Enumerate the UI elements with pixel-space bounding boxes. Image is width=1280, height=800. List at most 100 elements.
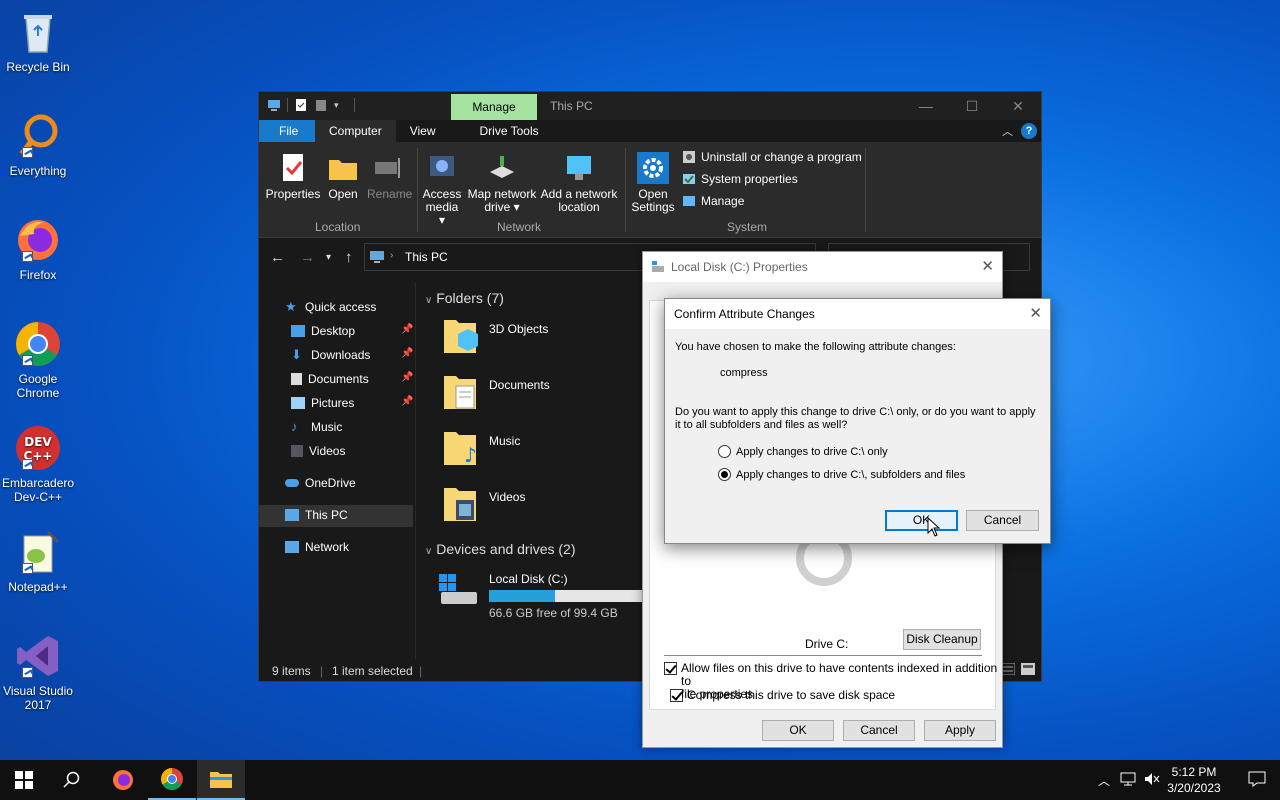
properties-titlebar[interactable]: Local Disk (C:) Properties ✕	[643, 252, 1002, 282]
pin-icon[interactable]: 📌	[401, 396, 413, 407]
apply-drive-only-option[interactable]: Apply changes to drive C:\ only	[718, 445, 888, 458]
index-files-checkbox-row[interactable]: Allow files on this drive to have conten…	[664, 662, 1002, 701]
confirm-cancel-button[interactable]: Cancel	[966, 510, 1039, 531]
open-button[interactable]: Open	[325, 152, 361, 201]
map-network-drive-button[interactable]: Map network drive ▾	[465, 152, 539, 214]
chrome-icon	[14, 320, 62, 368]
confirm-titlebar[interactable]: Confirm Attribute Changes ✕	[665, 299, 1050, 329]
apply-subfolders-radio[interactable]	[718, 468, 731, 481]
folder-music[interactable]: ♪ Music	[417, 428, 617, 476]
sidebar-item-downloads[interactable]: ⬇ Downloads	[291, 344, 370, 366]
clock-date: 3/20/2023	[1167, 781, 1221, 795]
network-icon	[285, 541, 299, 553]
drive-small-icon	[651, 260, 665, 277]
ribbon-tabs: File Computer View Drive Tools ︿ ?	[259, 120, 1041, 142]
confirm-ok-button[interactable]: OK	[885, 510, 958, 531]
sidebar-item-onedrive[interactable]: OneDrive	[285, 472, 356, 494]
uninstall-label: Uninstall or change a program	[701, 150, 862, 164]
collapse-ribbon-icon[interactable]: ︿	[1002, 123, 1013, 139]
add-network-location-button[interactable]: Add a network location	[539, 152, 619, 214]
sidebar-item-desktop[interactable]: Desktop	[291, 320, 355, 342]
taskbar-search-button[interactable]	[48, 760, 96, 800]
tab-drive-tools[interactable]: Drive Tools	[449, 120, 552, 142]
properties-cancel-button[interactable]: Cancel	[843, 720, 915, 741]
start-button[interactable]	[0, 760, 48, 800]
tab-computer[interactable]: Computer	[315, 120, 396, 142]
drives-section-header[interactable]: ∨ Devices and drives (2)	[425, 541, 576, 557]
show-hidden-icons-chevron-icon[interactable]: ︿	[1098, 772, 1110, 789]
shortcut-arrow-icon	[22, 459, 33, 470]
qa-dropdown-icon[interactable]: ▾	[334, 98, 348, 112]
sidebar-item-this-pc[interactable]: This PC	[285, 504, 348, 526]
recent-locations-chevron-icon[interactable]: ▾	[326, 252, 331, 263]
folders-section-header[interactable]: ∨ Folders (7)	[425, 290, 504, 306]
folder-3d-objects[interactable]: 3D Objects	[417, 316, 617, 364]
sidebar-item-documents[interactable]: Documents	[291, 368, 369, 390]
tab-view[interactable]: View	[396, 120, 450, 142]
action-center-notification-icon[interactable]	[1248, 771, 1266, 790]
manage-button[interactable]: Manage	[682, 194, 744, 208]
folder-documents[interactable]: Documents	[417, 372, 617, 420]
desktop-icon-recycle-bin[interactable]: Recycle Bin	[2, 8, 74, 74]
details-view-icon[interactable]	[1000, 662, 1016, 678]
desktop-folder-icon	[291, 325, 305, 337]
pin-icon[interactable]: 📌	[401, 348, 413, 359]
sidebar-item-music[interactable]: ♪ Music	[291, 416, 342, 438]
pin-icon[interactable]: 📌	[401, 372, 413, 383]
close-icon[interactable]: ✕	[1029, 304, 1042, 322]
index-files-checkbox[interactable]	[664, 662, 677, 675]
sidebar-item-pictures[interactable]: Pictures	[291, 392, 354, 414]
volume-muted-icon[interactable]	[1144, 772, 1160, 789]
sidebar-item-videos[interactable]: Videos	[291, 440, 345, 462]
large-icons-view-icon[interactable]	[1021, 663, 1035, 678]
desktop-icon-chrome[interactable]: Google Chrome	[2, 320, 74, 400]
uninstall-program-button[interactable]: Uninstall or change a program	[682, 150, 862, 164]
close-button[interactable]: ✕	[995, 92, 1041, 120]
visual-studio-icon	[14, 632, 62, 680]
sidebar-item-quick-access[interactable]: ★ Quick access	[285, 296, 376, 318]
maximize-button[interactable]: ☐	[949, 92, 995, 120]
minimize-button[interactable]: —	[903, 92, 949, 120]
qa-divider	[354, 98, 355, 112]
open-settings-button[interactable]: Open Settings	[629, 152, 677, 214]
desktop-icon-visual-studio[interactable]: Visual Studio 2017	[2, 632, 74, 712]
properties-ok-button[interactable]: OK	[762, 720, 834, 741]
new-folder-qa-icon[interactable]	[314, 98, 328, 112]
access-media-button[interactable]: Access media ▾	[421, 152, 463, 227]
open-folder-icon	[327, 152, 359, 184]
help-icon[interactable]: ?	[1021, 123, 1037, 139]
properties-qa-icon[interactable]	[294, 98, 308, 112]
explorer-titlebar[interactable]: ▾ Manage This PC — ☐ ✕	[259, 92, 1041, 120]
tab-manage-context[interactable]: Manage	[451, 94, 537, 120]
pin-icon[interactable]: 📌	[401, 324, 413, 335]
disk-cleanup-button[interactable]: Disk Cleanup	[903, 629, 981, 650]
apply-drive-only-radio[interactable]	[718, 445, 731, 458]
system-properties-button[interactable]: System properties	[682, 172, 798, 186]
sidebar-item-label: Quick access	[305, 300, 377, 314]
folder-music-icon: ♪	[442, 428, 478, 468]
network-status-icon[interactable]	[1120, 772, 1136, 789]
pane-divider[interactable]	[415, 282, 416, 661]
desktop-icon-notepadpp[interactable]: Notepad++	[2, 528, 74, 594]
taskbar-file-explorer[interactable]	[197, 760, 245, 800]
forward-arrow-icon[interactable]: →	[300, 249, 315, 266]
folder-videos[interactable]: Videos	[417, 484, 617, 532]
clock-time: 5:12 PM	[1171, 765, 1217, 779]
sidebar-item-network[interactable]: Network	[285, 536, 349, 558]
desktop-icon-firefox[interactable]: Firefox	[2, 216, 74, 282]
up-arrow-icon[interactable]: ↑	[345, 249, 353, 266]
taskbar-chrome[interactable]	[148, 760, 196, 800]
desktop-icon-devcpp[interactable]: DEV C++ Embarcadero Dev-C++	[2, 424, 74, 504]
properties-apply-button[interactable]: Apply	[924, 720, 996, 741]
tab-file[interactable]: File	[259, 120, 315, 142]
desktop-icon-everything[interactable]: Everything	[2, 112, 74, 178]
properties-button[interactable]: Properties	[265, 152, 321, 201]
close-icon[interactable]: ✕	[981, 257, 994, 275]
confirm-attribute-changes-dialog[interactable]: Confirm Attribute Changes ✕ You have cho…	[664, 298, 1051, 544]
back-arrow-icon[interactable]: ←	[270, 249, 285, 266]
taskbar-firefox[interactable]	[99, 760, 147, 800]
system-clock[interactable]: 5:12 PM 3/20/2023	[1164, 764, 1224, 796]
apply-subfolders-option[interactable]: Apply changes to drive C:\, subfolders a…	[718, 468, 965, 481]
rename-button[interactable]: Rename	[367, 152, 412, 201]
chrome-icon	[161, 768, 183, 790]
